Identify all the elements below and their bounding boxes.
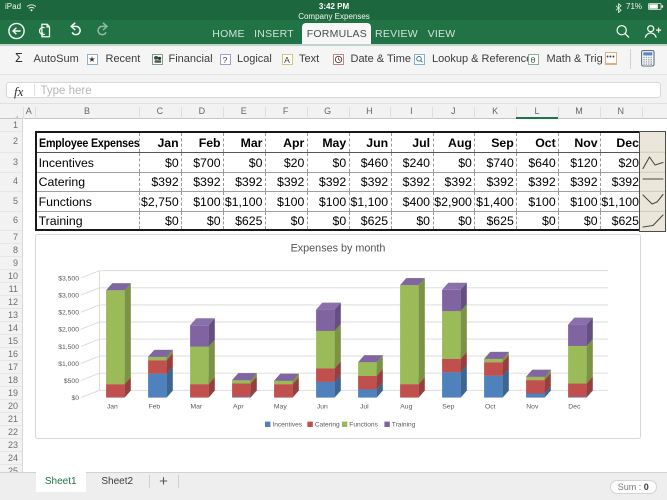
svg-text:May: May [273,403,286,410]
svg-text:Apr: Apr [233,403,244,410]
svg-text:Oct: Oct [485,403,496,410]
svg-text:Jan: Jan [106,403,117,410]
svg-text:$1,000: $1,000 [58,361,79,368]
svg-text:Sep: Sep [442,403,454,410]
svg-text:Mar: Mar [190,403,202,410]
svg-text:$3,500: $3,500 [58,276,79,283]
svg-text:Dec: Dec [568,403,581,410]
svg-text:Incentives: Incentives [272,422,302,429]
svg-text:Aug: Aug [400,403,412,410]
svg-text:Expenses by month: Expenses by month [290,243,385,255]
svg-text:$2,500: $2,500 [58,310,79,317]
svg-text:$500: $500 [63,378,78,385]
svg-text:$1,500: $1,500 [58,344,79,351]
svg-text:Training: Training [391,422,415,429]
svg-text:Jun: Jun [316,403,327,410]
svg-text:Jul: Jul [360,403,369,410]
svg-text:$3,000: $3,000 [58,293,79,300]
svg-text:Catering: Catering [314,422,339,429]
svg-text:Nov: Nov [526,403,539,410]
svg-text:$2,000: $2,000 [58,327,79,334]
svg-text:Feb: Feb [148,403,160,410]
svg-text:Functions: Functions [349,422,378,429]
svg-text:$0: $0 [71,395,79,402]
